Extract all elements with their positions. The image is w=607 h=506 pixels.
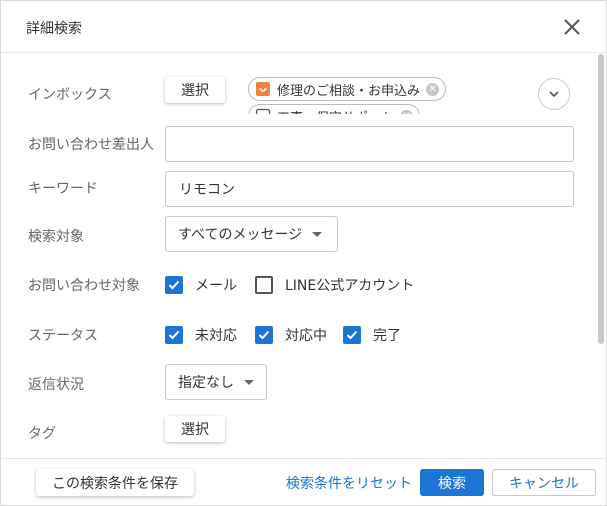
dialog-title: 詳細検索: [26, 21, 82, 37]
search-target-value: すべてのメッセージ: [178, 227, 303, 243]
checkmark-icon: [168, 280, 180, 290]
channel-line-checkbox[interactable]: LINE公式アカウント: [255, 275, 414, 295]
search-target-label: 検索対象: [28, 229, 84, 245]
status-unhandled-checkbox[interactable]: 未対応: [165, 325, 237, 345]
status-label: ステータス: [28, 328, 98, 344]
checkbox[interactable]: [343, 326, 361, 344]
checkbox[interactable]: [165, 276, 183, 294]
caret-down-icon: [312, 231, 323, 237]
channel-label: お問い合わせ対象: [28, 278, 140, 294]
status-in-progress-checkbox[interactable]: 対応中: [255, 325, 327, 345]
channel-mail-checkbox[interactable]: メール: [165, 275, 237, 295]
checkbox[interactable]: [165, 326, 183, 344]
inbox-chip-label: 工事・保守サポート: [277, 110, 395, 126]
status-done-label: 完了: [373, 328, 401, 344]
dialog-body: インボックス 選択 修理のご相談・お申込み ✕ 工事・保守サポート ✕ お問い合…: [1, 54, 606, 458]
reply-status-label: 返信状況: [28, 377, 84, 393]
reset-search-link[interactable]: 検索条件をリセット: [286, 473, 412, 493]
inbox-label: インボックス: [28, 87, 112, 103]
keyword-input[interactable]: [165, 171, 574, 207]
channel-mail-label: メール: [195, 278, 237, 294]
chip-remove-icon[interactable]: ✕: [400, 109, 414, 114]
save-search-button[interactable]: この検索条件を保存: [36, 469, 194, 496]
close-icon: [564, 19, 580, 35]
sender-label: お問い合わせ差出人: [28, 137, 154, 153]
tag-label: タグ: [28, 426, 56, 442]
checkbox[interactable]: [255, 326, 273, 344]
keyword-label: キーワード: [28, 181, 98, 197]
channel-line-label: LINE公式アカウント: [285, 278, 415, 294]
status-done-checkbox[interactable]: 完了: [343, 325, 401, 345]
tag-select-button[interactable]: 選択: [165, 416, 225, 442]
checkmark-icon: [346, 330, 358, 340]
checkmark-icon: [168, 330, 180, 340]
search-button[interactable]: 検索: [420, 469, 484, 496]
sender-input[interactable]: [165, 126, 574, 162]
inbox-chip: 工事・保守サポート ✕: [248, 104, 421, 126]
chevron-down-icon: [549, 91, 559, 98]
chip-remove-icon[interactable]: ✕: [426, 82, 440, 96]
advanced-search-dialog: 詳細検索 インボックス 選択 修理のご相談・お申込み ✕ 工事・保守サポート ✕: [0, 0, 607, 506]
status-in-progress-label: 対応中: [285, 328, 327, 344]
inbox-icon: [256, 82, 270, 96]
status-unhandled-label: 未対応: [195, 328, 237, 344]
dialog-footer: この検索条件を保存 検索条件をリセット 検索 キャンセル: [1, 458, 606, 505]
dialog-header: 詳細検索: [1, 1, 606, 53]
inbox-select-button[interactable]: 選択: [165, 77, 225, 103]
inbox-chip-label: 修理のご相談・お申込み: [277, 83, 421, 99]
checkbox[interactable]: [255, 276, 273, 294]
cancel-button[interactable]: キャンセル: [492, 469, 596, 496]
scrollbar[interactable]: [598, 54, 604, 344]
checkmark-icon: [258, 330, 270, 340]
reply-status-value: 指定なし: [178, 375, 234, 391]
expand-chips-button[interactable]: [538, 78, 570, 110]
close-button[interactable]: [560, 15, 584, 39]
inbox-icon: [255, 108, 271, 114]
inbox-chip: 修理のご相談・お申込み ✕: [248, 77, 447, 101]
caret-down-icon: [244, 379, 254, 385]
search-target-dropdown[interactable]: すべてのメッセージ: [165, 216, 338, 252]
reply-status-dropdown[interactable]: 指定なし: [165, 364, 267, 400]
